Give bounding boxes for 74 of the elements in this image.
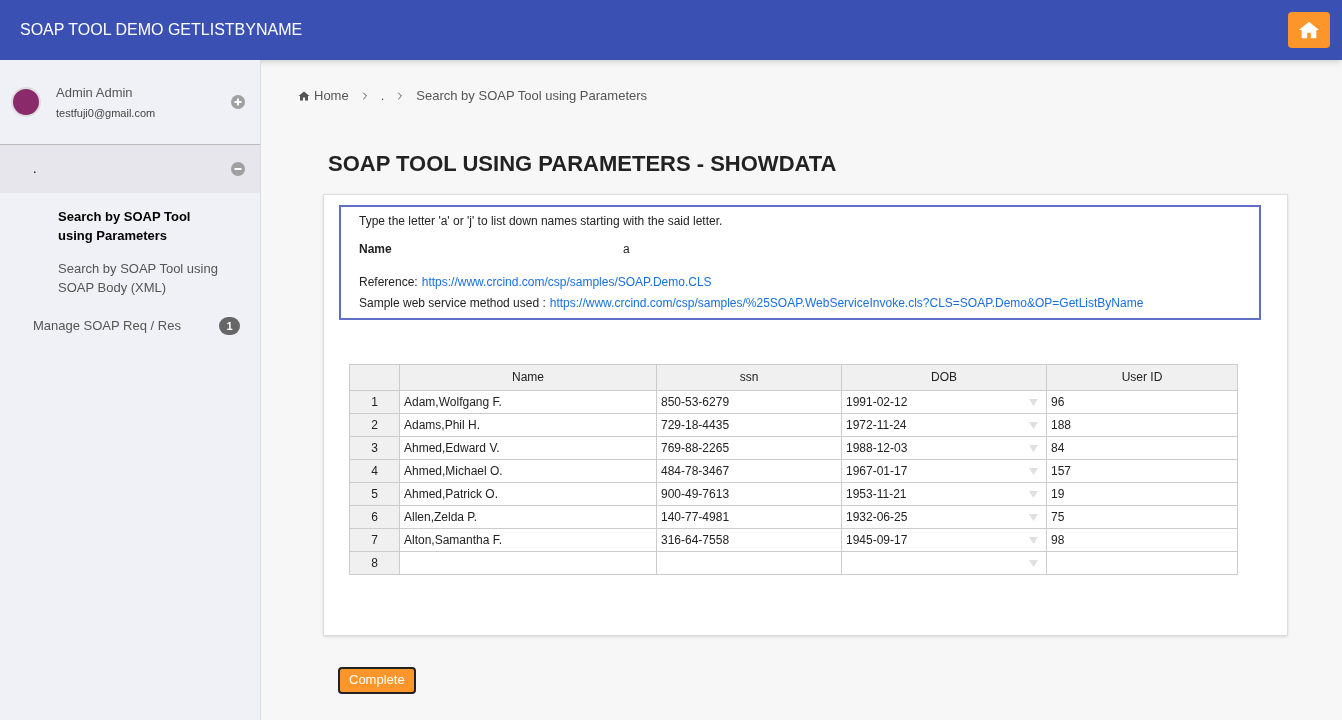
dropdown-arrow-icon[interactable] xyxy=(1029,397,1038,407)
table-cell: 769-88-2265 xyxy=(656,436,842,459)
table-cell: Ahmed,Patrick O. xyxy=(399,482,657,505)
table-cell: 75 xyxy=(1046,505,1238,528)
column-header: Name xyxy=(399,364,657,390)
dropdown-arrow-icon[interactable] xyxy=(1029,558,1038,568)
table-cell: 96 xyxy=(1046,390,1238,413)
table-cell: 1988-12-03 xyxy=(841,436,1047,459)
dropdown-arrow-icon[interactable] xyxy=(1029,420,1038,430)
dropdown-arrow-icon[interactable] xyxy=(1029,489,1038,499)
group-label: . xyxy=(33,160,37,179)
table-cell: 140-77-4981 xyxy=(656,505,842,528)
count-badge: 1 xyxy=(219,317,240,335)
table-cell: 1967-01-17 xyxy=(841,459,1047,482)
table-cell: 850-53-6279 xyxy=(656,390,842,413)
row-number: 1 xyxy=(349,390,400,413)
column-header: DOB xyxy=(841,364,1047,390)
dropdown-arrow-icon[interactable] xyxy=(1029,512,1038,522)
table-cell: Allen,Zelda P. xyxy=(399,505,657,528)
table-cell: Alton,Samantha F. xyxy=(399,528,657,551)
sidebar-link[interactable]: Search by SOAP Tool using Parameters xyxy=(58,207,220,245)
table-cell: 1945-09-17 xyxy=(841,528,1047,551)
row-number: 5 xyxy=(349,482,400,505)
row-number: 7 xyxy=(349,528,400,551)
home-button[interactable] xyxy=(1288,12,1330,48)
table-cell: 316-64-7558 xyxy=(656,528,842,551)
table-cell: Adams,Phil H. xyxy=(399,413,657,436)
expand-icon[interactable] xyxy=(231,95,245,109)
table-cell: 729-18-4435 xyxy=(656,413,842,436)
instruction-text: Type the letter 'a' or 'j' to list down names starting with the said letter. xyxy=(359,212,724,230)
sidebar-link[interactable]: Manage SOAP Req / Res xyxy=(33,316,181,336)
table-cell: 188 xyxy=(1046,413,1238,436)
sidebar-group[interactable]: . xyxy=(0,145,260,193)
table-cell: 157 xyxy=(1046,459,1238,482)
table-cell: Ahmed,Michael O. xyxy=(399,459,657,482)
table-cell: 1991-02-12 xyxy=(841,390,1047,413)
dropdown-arrow-icon[interactable] xyxy=(1029,443,1038,453)
table-cell: Adam,Wolfgang F. xyxy=(399,390,657,413)
table-cell: 1932-06-25 xyxy=(841,505,1047,528)
home-icon xyxy=(1298,19,1320,41)
user-name: Admin Admin xyxy=(56,83,134,102)
table-cell: 1953-11-21 xyxy=(841,482,1047,505)
breadcrumb-link[interactable]: Home xyxy=(314,86,349,106)
table-cell: 900-49-7613 xyxy=(656,482,842,505)
collapse-icon[interactable] xyxy=(231,162,245,176)
column-header: ssn xyxy=(656,364,842,390)
reference-label: Reference: xyxy=(359,273,418,291)
name-value: a xyxy=(623,240,630,258)
dropdown-arrow-icon[interactable] xyxy=(1029,466,1038,476)
row-number: 8 xyxy=(349,551,400,574)
home-icon xyxy=(298,89,310,102)
dropdown-arrow-icon[interactable] xyxy=(1029,535,1038,545)
row-number: 3 xyxy=(349,436,400,459)
table-cell: Ahmed,Edward V. xyxy=(399,436,657,459)
user-email: testfuji0@gmail.com xyxy=(56,106,157,121)
table-cell: 484-78-3467 xyxy=(656,459,842,482)
name-label: Name xyxy=(359,240,393,258)
row-number: 4 xyxy=(349,459,400,482)
row-number: 2 xyxy=(349,413,400,436)
column-header: User ID xyxy=(1046,364,1238,390)
sidebar-link[interactable]: Search by SOAP Tool using SOAP Body (XML) xyxy=(58,259,220,297)
table-cell: 98 xyxy=(1046,528,1238,551)
table-cell: 84 xyxy=(1046,436,1238,459)
reference-link[interactable]: https://www.crcind.com/csp/samples/SOAP.Demo.CLS xyxy=(421,272,712,291)
method-link[interactable]: https://www.crcind.com/csp/samples/%25SOAP.WebServiceInvoke.cls?CLS=SOAP.Demo&OP=GetListByName xyxy=(549,293,1144,312)
app-title: SOAP TOOL DEMO GETLISTBYNAME xyxy=(20,20,303,40)
avatar xyxy=(11,87,41,117)
table-cell: 19 xyxy=(1046,482,1238,505)
page-title: SOAP TOOL USING PARAMETERS - SHOWDATA xyxy=(328,149,838,178)
breadcrumb-link[interactable]: Search by SOAP Tool using Parameters xyxy=(416,86,648,106)
breadcrumb-link[interactable]: . xyxy=(380,86,385,106)
table-cell: 1972-11-24 xyxy=(841,413,1047,436)
method-label: Sample web service method used : xyxy=(359,294,546,312)
row-number: 6 xyxy=(349,505,400,528)
